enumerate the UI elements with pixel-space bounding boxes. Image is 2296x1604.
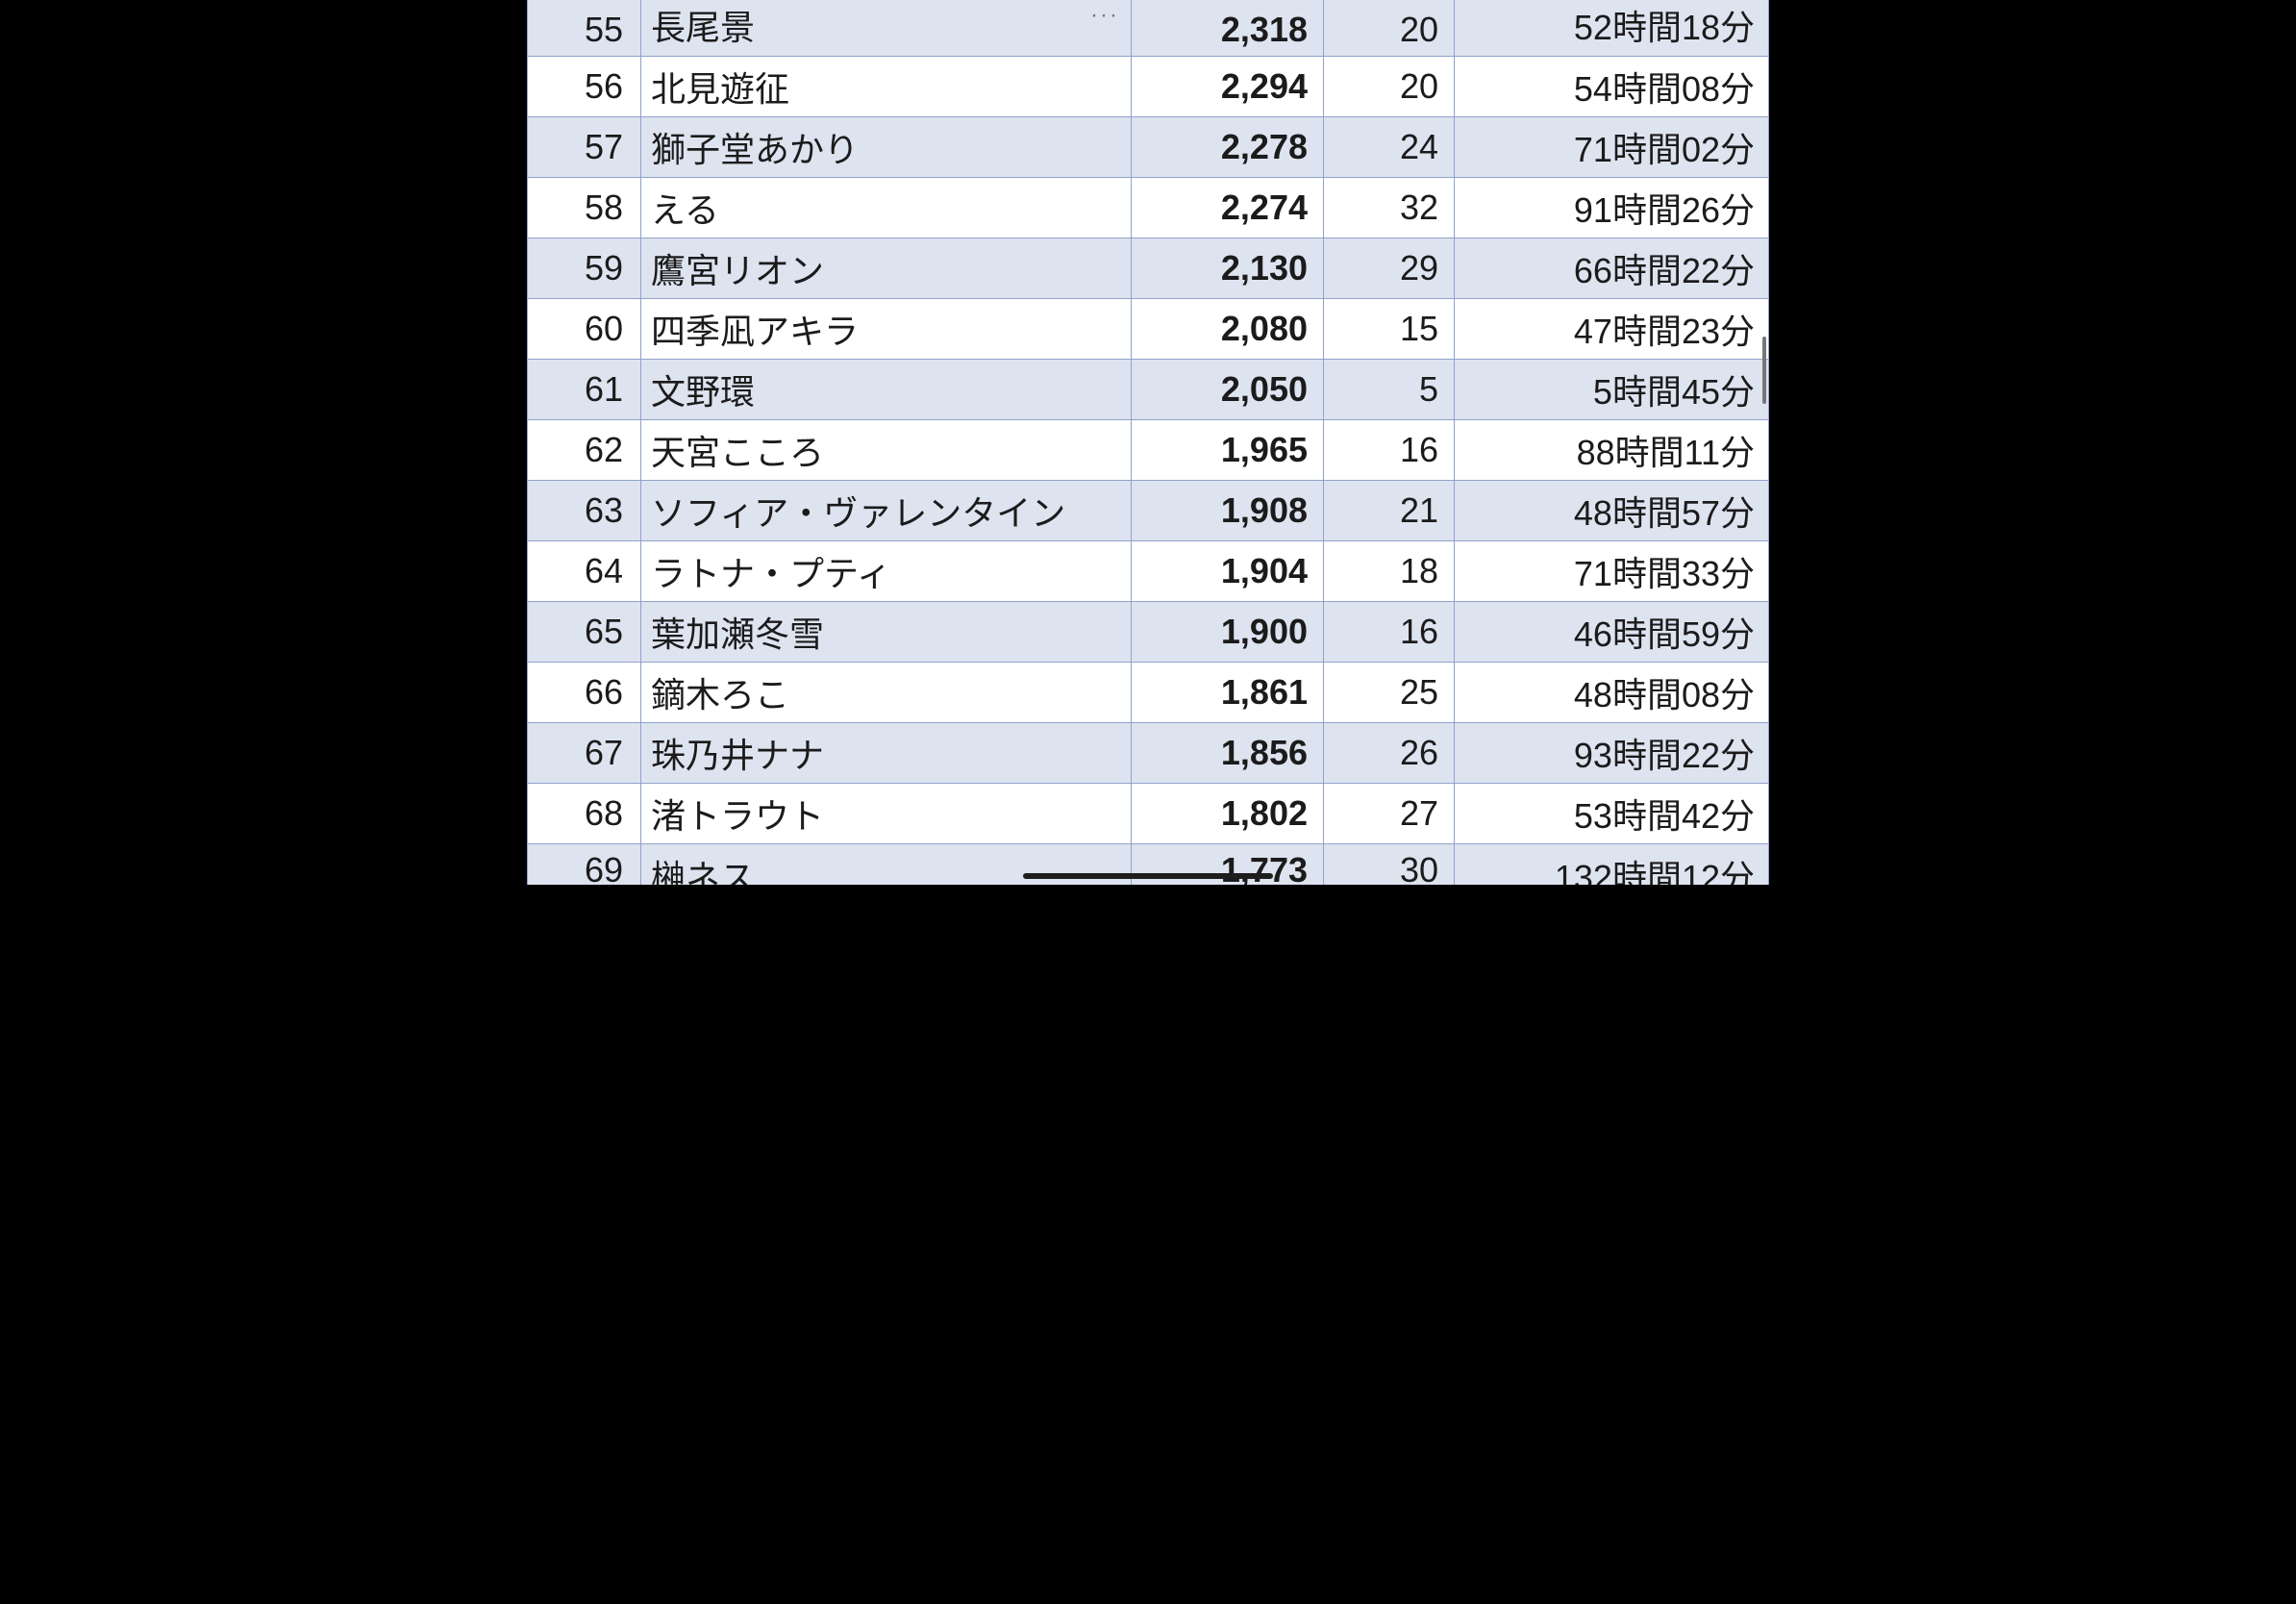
duration-cell: 54時間08分: [1455, 57, 1769, 117]
rank-cell: 67: [528, 723, 641, 784]
rank-cell: 69: [528, 844, 641, 886]
duration-cell: 88時間11分: [1455, 420, 1769, 481]
duration-cell: 47時間23分: [1455, 299, 1769, 360]
table-row[interactable]: 59鷹宮リオン2,1302966時間22分: [528, 238, 1769, 299]
rank-cell: 68: [528, 784, 641, 844]
more-icon[interactable]: ···: [1090, 4, 1119, 27]
table-row[interactable]: 63ソフィア・ヴァレンタイン1,9082148時間57分: [528, 481, 1769, 541]
name-cell: 渚トラウト: [641, 784, 1132, 844]
name-cell: 天宮こころ: [641, 420, 1132, 481]
duration-cell: 93時間22分: [1455, 723, 1769, 784]
count-cell: 24: [1324, 117, 1455, 178]
rank-cell: 58: [528, 178, 641, 238]
rank-cell: 62: [528, 420, 641, 481]
rank-cell: 60: [528, 299, 641, 360]
duration-cell: 48時間08分: [1455, 663, 1769, 723]
count-cell: 21: [1324, 481, 1455, 541]
value-cell: 2,274: [1132, 178, 1324, 238]
name-cell: 北見遊征: [641, 57, 1132, 117]
count-cell: 20: [1324, 57, 1455, 117]
table-row[interactable]: 66鏑木ろこ1,8612548時間08分: [528, 663, 1769, 723]
value-cell: 2,278: [1132, 117, 1324, 178]
name-cell: 文野環: [641, 360, 1132, 420]
table-row[interactable]: 58える2,2743291時間26分: [528, 178, 1769, 238]
rank-cell: 59: [528, 238, 641, 299]
duration-cell: 46時間59分: [1455, 602, 1769, 663]
table-row[interactable]: 67珠乃井ナナ1,8562693時間22分: [528, 723, 1769, 784]
name-cell: 四季凪アキラ: [641, 299, 1132, 360]
table-row[interactable]: 60四季凪アキラ2,0801547時間23分: [528, 299, 1769, 360]
value-cell: 1,900: [1132, 602, 1324, 663]
value-cell: 2,318: [1132, 0, 1324, 57]
table-row[interactable]: 65葉加瀬冬雪1,9001646時間59分: [528, 602, 1769, 663]
rank-cell: 56: [528, 57, 641, 117]
duration-cell: 132時間12分: [1455, 844, 1769, 886]
name-cell: 長尾景···: [641, 0, 1132, 57]
duration-cell: 66時間22分: [1455, 238, 1769, 299]
table-row[interactable]: 56北見遊征2,2942054時間08分: [528, 57, 1769, 117]
count-cell: 25: [1324, 663, 1455, 723]
duration-cell: 52時間18分: [1455, 0, 1769, 57]
table-row[interactable]: 61文野環2,05055時間45分: [528, 360, 1769, 420]
count-cell: 30: [1324, 844, 1455, 886]
name-cell: 獅子堂あかり: [641, 117, 1132, 178]
table-row[interactable]: 64ラトナ・プティ1,9041871時間33分: [528, 541, 1769, 602]
duration-cell: 71時間33分: [1455, 541, 1769, 602]
rank-cell: 61: [528, 360, 641, 420]
ranking-table: 55長尾景···2,3182052時間18分56北見遊征2,2942054時間0…: [527, 0, 1769, 885]
value-cell: 1,908: [1132, 481, 1324, 541]
rank-cell: 66: [528, 663, 641, 723]
name-cell: 鷹宮リオン: [641, 238, 1132, 299]
count-cell: 26: [1324, 723, 1455, 784]
name-cell: える: [641, 178, 1132, 238]
rank-cell: 55: [528, 0, 641, 57]
count-cell: 29: [1324, 238, 1455, 299]
value-cell: 1,802: [1132, 784, 1324, 844]
home-indicator[interactable]: [1023, 873, 1273, 879]
value-cell: 2,130: [1132, 238, 1324, 299]
table-row[interactable]: 62天宮こころ1,9651688時間11分: [528, 420, 1769, 481]
rank-cell: 57: [528, 117, 641, 178]
value-cell: 1,904: [1132, 541, 1324, 602]
name-cell: 珠乃井ナナ: [641, 723, 1132, 784]
device-viewport: 55長尾景···2,3182052時間18分56北見遊征2,2942054時間0…: [515, 0, 1781, 885]
name-cell: 鏑木ろこ: [641, 663, 1132, 723]
table-row[interactable]: 68渚トラウト1,8022753時間42分: [528, 784, 1769, 844]
value-cell: 1,965: [1132, 420, 1324, 481]
name-cell: ラトナ・プティ: [641, 541, 1132, 602]
name-cell: ソフィア・ヴァレンタイン: [641, 481, 1132, 541]
count-cell: 5: [1324, 360, 1455, 420]
count-cell: 27: [1324, 784, 1455, 844]
count-cell: 20: [1324, 0, 1455, 57]
rank-cell: 64: [528, 541, 641, 602]
rank-cell: 65: [528, 602, 641, 663]
duration-cell: 71時間02分: [1455, 117, 1769, 178]
count-cell: 15: [1324, 299, 1455, 360]
duration-cell: 48時間57分: [1455, 481, 1769, 541]
table-scroll-area[interactable]: 55長尾景···2,3182052時間18分56北見遊征2,2942054時間0…: [527, 0, 1769, 885]
count-cell: 16: [1324, 602, 1455, 663]
duration-cell: 91時間26分: [1455, 178, 1769, 238]
table-row[interactable]: 57獅子堂あかり2,2782471時間02分: [528, 117, 1769, 178]
value-cell: 1,856: [1132, 723, 1324, 784]
duration-cell: 5時間45分: [1455, 360, 1769, 420]
rank-cell: 63: [528, 481, 641, 541]
duration-cell: 53時間42分: [1455, 784, 1769, 844]
name-cell: 葉加瀬冬雪: [641, 602, 1132, 663]
value-cell: 1,861: [1132, 663, 1324, 723]
count-cell: 16: [1324, 420, 1455, 481]
count-cell: 32: [1324, 178, 1455, 238]
scrollbar-thumb[interactable]: [1762, 337, 1766, 404]
value-cell: 2,050: [1132, 360, 1324, 420]
count-cell: 18: [1324, 541, 1455, 602]
value-cell: 2,080: [1132, 299, 1324, 360]
value-cell: 2,294: [1132, 57, 1324, 117]
table-row[interactable]: 55長尾景···2,3182052時間18分: [528, 0, 1769, 57]
